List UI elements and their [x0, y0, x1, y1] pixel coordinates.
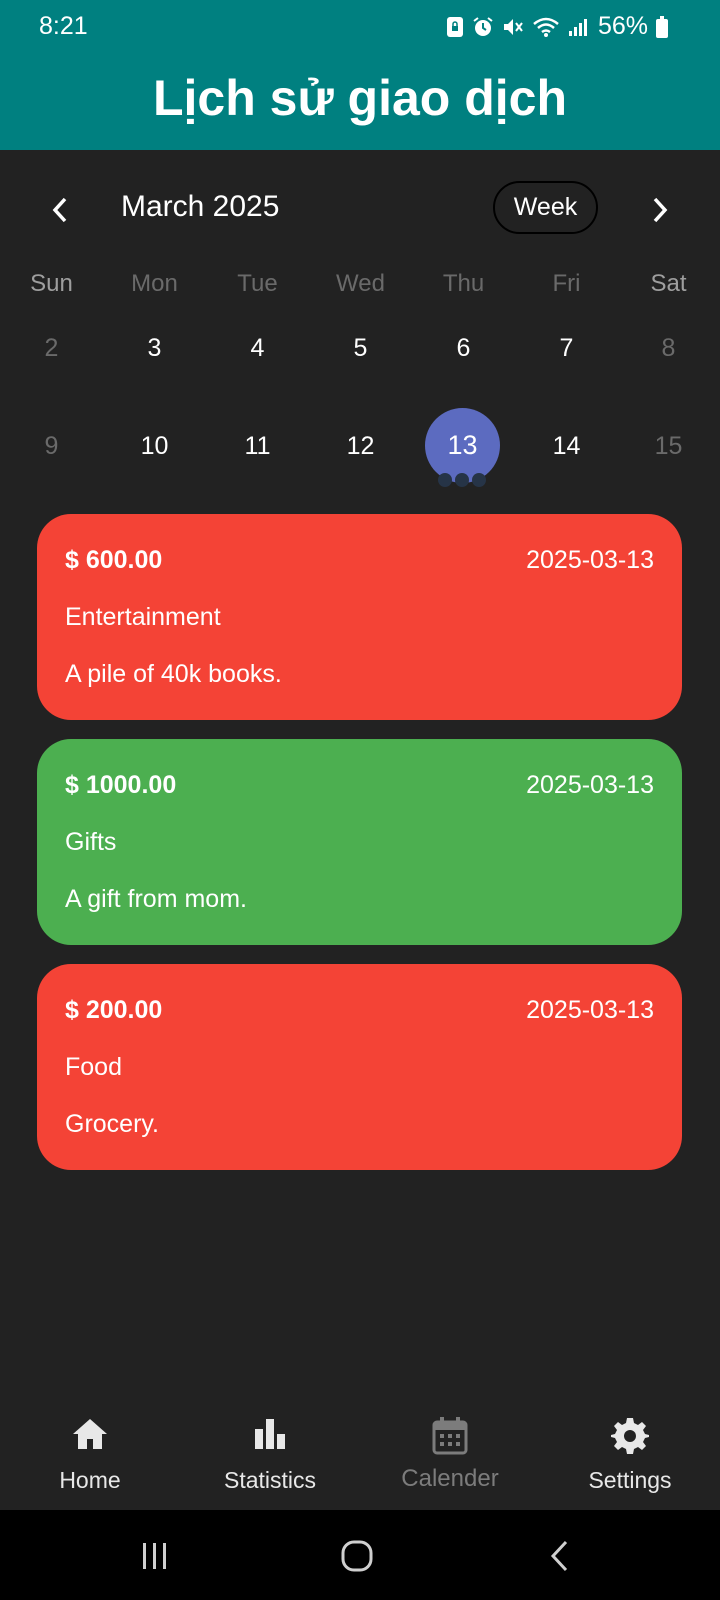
calendar-week: 2 3 4 5 6 7 8	[0, 318, 720, 378]
event-marker	[455, 473, 469, 487]
system-navigation-bar	[0, 1510, 720, 1600]
nav-item-settings[interactable]: Settings	[540, 1390, 720, 1500]
transaction-amount: $ 600.00	[65, 546, 163, 574]
calendar-day[interactable]: 4	[206, 318, 309, 378]
transaction-note: Grocery.	[65, 1110, 159, 1138]
back-system-button[interactable]	[535, 1534, 585, 1578]
battery-icon	[656, 15, 668, 38]
nav-item-statistics[interactable]: Statistics	[180, 1390, 360, 1500]
weekday-row: Sun Mon Tue Wed Thu Fri Sat	[0, 270, 720, 310]
format-toggle-button[interactable]: Week	[493, 181, 598, 234]
transaction-card[interactable]: $ 600.00 2025-03-13 Entertainment A pile…	[37, 514, 682, 720]
calendar-icon	[432, 1417, 468, 1455]
bar-chart-icon	[255, 1419, 285, 1449]
chevron-left-icon	[52, 197, 67, 223]
transaction-date: 2025-03-13	[526, 771, 654, 799]
app-bar: Lịch sử giao dịch	[0, 52, 720, 150]
signal-icon	[568, 18, 587, 36]
next-week-button[interactable]	[642, 192, 678, 228]
transaction-date: 2025-03-13	[526, 546, 654, 574]
event-marker	[438, 473, 452, 487]
weekday-wed: Wed	[336, 270, 385, 297]
calendar-day[interactable]: 15	[617, 416, 720, 476]
calendar-week: 9 10 11 12 14 15	[0, 416, 720, 476]
calendar-header: March 2025 Week	[0, 180, 720, 240]
weekday-sun: Sun	[30, 270, 73, 297]
event-marker	[472, 473, 486, 487]
nav-label-home: Home	[59, 1467, 121, 1493]
event-markers	[438, 473, 486, 487]
nav-label-calender: Calender	[401, 1465, 499, 1492]
alarm-icon	[473, 16, 493, 36]
wifi-icon	[533, 17, 559, 37]
calendar-day[interactable]: 5	[309, 318, 412, 378]
back-icon	[550, 1540, 568, 1572]
status-icons: 56%	[446, 12, 668, 41]
calendar-day[interactable]: 8	[617, 318, 720, 378]
weekday-mon: Mon	[131, 270, 178, 297]
status-bar: 8:21 56%	[0, 0, 720, 52]
home-circle-icon	[341, 1540, 373, 1572]
transaction-card[interactable]: $ 1000.00 2025-03-13 Gifts A gift from m…	[37, 739, 682, 945]
calendar-day[interactable]: 12	[309, 416, 412, 476]
calendar-day[interactable]: 10	[103, 416, 206, 476]
transaction-note: A gift from mom.	[65, 885, 247, 913]
home-icon	[73, 1419, 107, 1449]
weekday-fri: Fri	[552, 270, 581, 297]
home-system-button[interactable]	[332, 1534, 382, 1578]
calendar-day[interactable]: 3	[103, 318, 206, 378]
previous-week-button[interactable]	[42, 192, 78, 228]
bottom-navigation: Home Statistics Calender Settings	[0, 1390, 720, 1510]
transaction-amount: $ 1000.00	[65, 771, 177, 799]
battery-percent: 56%	[597, 12, 648, 40]
nav-item-calender[interactable]: Calender	[360, 1390, 540, 1500]
transaction-card[interactable]: $ 200.00 2025-03-13 Food Grocery.	[37, 964, 682, 1170]
transaction-category: Gifts	[65, 828, 117, 856]
transaction-category: Entertainment	[65, 603, 221, 631]
weekday-tue: Tue	[237, 270, 278, 297]
selected-day[interactable]: 13	[425, 408, 500, 483]
transaction-amount: $ 200.00	[65, 996, 163, 1024]
mute-icon	[503, 18, 523, 35]
page-title: Lịch sử giao dịch	[152, 70, 568, 126]
weekday-sat: Sat	[650, 270, 687, 297]
lock-notification-icon	[446, 16, 463, 37]
status-time: 8:21	[39, 12, 88, 40]
transaction-date: 2025-03-13	[526, 996, 654, 1024]
recent-apps-button[interactable]	[130, 1534, 180, 1578]
calendar-day[interactable]: 14	[515, 416, 618, 476]
nav-label-settings: Settings	[588, 1467, 672, 1493]
nav-label-statistics: Statistics	[223, 1467, 317, 1493]
gear-icon	[611, 1418, 649, 1454]
transaction-category: Food	[65, 1053, 122, 1081]
calendar-day[interactable]: 9	[0, 416, 103, 476]
recent-apps-icon	[143, 1543, 166, 1569]
chevron-right-icon	[653, 197, 668, 223]
month-label: March 2025	[121, 190, 280, 223]
calendar-day[interactable]: 2	[0, 318, 103, 378]
weekday-thu: Thu	[442, 270, 485, 297]
calendar-day[interactable]: 6	[412, 318, 515, 378]
transaction-note: A pile of 40k books.	[65, 660, 282, 688]
calendar-day[interactable]: 7	[515, 318, 618, 378]
nav-item-home[interactable]: Home	[0, 1390, 180, 1500]
calendar-day[interactable]: 11	[206, 416, 309, 476]
